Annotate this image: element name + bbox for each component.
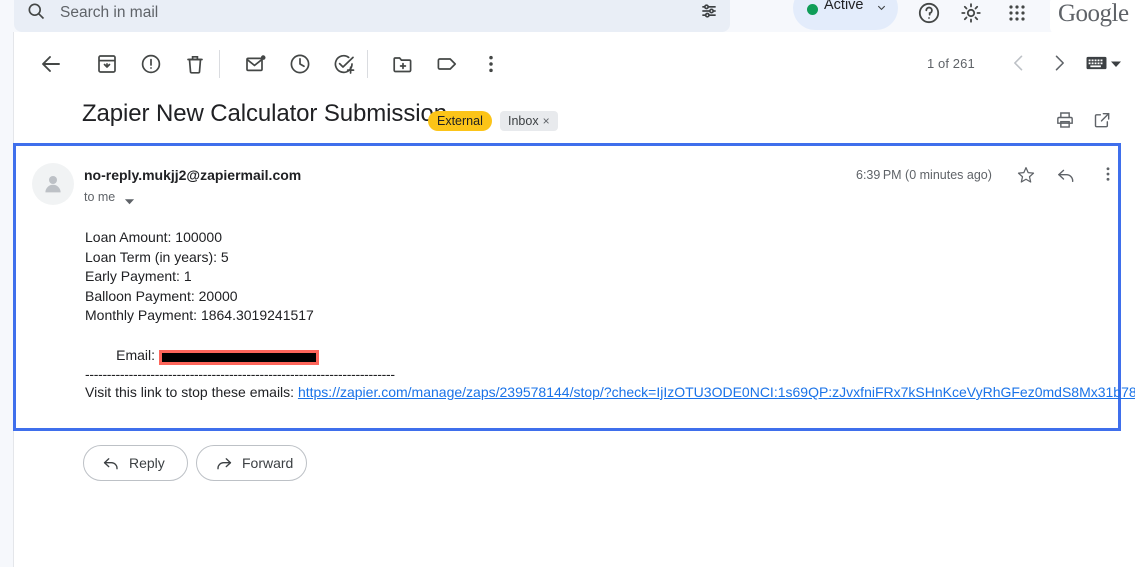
label-chip-text: Inbox — [508, 114, 539, 128]
help-circle-icon[interactable] — [917, 1, 941, 25]
labels-tag-icon[interactable] — [435, 52, 459, 76]
email-field-label: Email: — [116, 346, 156, 363]
delete-trash-icon[interactable] — [183, 52, 207, 76]
body-line-loan-amount: Loan Amount: 100000 — [85, 229, 223, 245]
pagination-next-icon[interactable] — [1049, 53, 1069, 73]
keyboard-input-icon[interactable] — [1086, 56, 1107, 71]
move-to-folder-icon[interactable] — [391, 52, 415, 76]
apps-grid-icon[interactable] — [1005, 1, 1029, 25]
google-brand-card: Google — [1050, 0, 1135, 32]
body-line-early-payment: Early Payment: 1 — [85, 268, 192, 285]
keyboard-dropdown-caret-icon[interactable] — [1110, 57, 1122, 69]
unsubscribe-text: Visit this link to stop these emails: — [85, 383, 295, 400]
body-line-balloon-payment: Balloon Payment: 20000 — [85, 287, 238, 304]
search-icon — [26, 1, 46, 21]
top-header-bar: Active — [0, 0, 1135, 32]
search-bar[interactable] — [14, 0, 730, 32]
pagination-count: 1 of 261 — [927, 56, 975, 71]
toolbar-divider — [219, 50, 220, 78]
redacted-email-value — [159, 350, 320, 366]
google-wordmark: Google — [1058, 0, 1129, 27]
page-title: Zapier New Calculator Submission — [82, 100, 447, 127]
report-spam-icon[interactable] — [139, 52, 163, 76]
open-in-new-window-icon[interactable] — [1092, 110, 1112, 130]
message-card-selected[interactable]: no-reply.mukjj2@zapiermail.com to me 6:3… — [13, 143, 1135, 431]
tune-filter-icon[interactable] — [699, 1, 719, 21]
body-line-monthly-payment: Monthly Payment: 1864.3019241517 — [85, 307, 314, 324]
star-icon[interactable] — [1016, 165, 1036, 185]
gear-icon[interactable] — [959, 1, 983, 25]
more-options-icon[interactable] — [479, 52, 503, 76]
forward-button[interactable]: Forward — [196, 445, 307, 481]
status-label: Active — [824, 0, 864, 13]
reply-button[interactable]: Reply — [83, 445, 188, 481]
subject-row: Zapier New Calculator Submission Externa… — [14, 100, 1135, 142]
forward-arrow-icon — [217, 458, 232, 470]
mark-unread-icon[interactable] — [244, 52, 268, 76]
reply-arrow-icon[interactable] — [1056, 165, 1076, 185]
sender-address[interactable]: no-reply.mukjj2@zapiermail.com — [84, 167, 301, 183]
archive-icon[interactable] — [95, 52, 119, 76]
toolbar-divider — [367, 50, 368, 78]
reply-arrow-icon — [103, 458, 118, 470]
pagination-prev-icon[interactable] — [1009, 53, 1029, 73]
body-line-email: Email: — [85, 326, 1115, 366]
reply-button-label: Reply — [129, 455, 165, 471]
forward-button-label: Forward — [242, 455, 294, 471]
left-rail-strip — [0, 32, 14, 567]
active-status-pill[interactable]: Active — [793, 0, 898, 30]
print-icon[interactable] — [1055, 110, 1075, 130]
message-body: Loan Amount: 100000 Loan Term (in years)… — [85, 228, 1135, 400]
message-more-options-icon[interactable] — [1099, 165, 1117, 183]
search-input[interactable] — [60, 2, 680, 24]
avatar — [32, 163, 74, 205]
message-action-toolbar: 1 of 261 — [14, 32, 1135, 94]
body-separator: ----------------------------------------… — [85, 365, 395, 382]
label-chip-inbox[interactable]: Inbox × — [500, 111, 558, 131]
chevron-down-icon[interactable] — [124, 194, 135, 205]
message-timestamp: 6:39 PM (0 minutes ago) — [856, 168, 992, 182]
body-line-loan-term: Loan Term (in years): 5 — [85, 248, 229, 265]
unsubscribe-link[interactable]: https://zapier.com/manage/zaps/239578144… — [298, 384, 1135, 400]
back-arrow-icon[interactable] — [39, 52, 63, 76]
unsubscribe-line: Visit this link to stop these emails: ht… — [85, 383, 1135, 400]
gmail-message-view: Active — [0, 0, 1135, 567]
status-badge-external: External — [428, 111, 492, 131]
recipient-label: to me — [84, 190, 116, 204]
chevron-down-icon[interactable] — [876, 0, 887, 11]
add-to-tasks-icon[interactable] — [332, 52, 356, 76]
close-icon[interactable]: × — [543, 114, 550, 128]
snooze-clock-icon[interactable] — [288, 52, 312, 76]
status-dot-icon — [807, 4, 818, 15]
